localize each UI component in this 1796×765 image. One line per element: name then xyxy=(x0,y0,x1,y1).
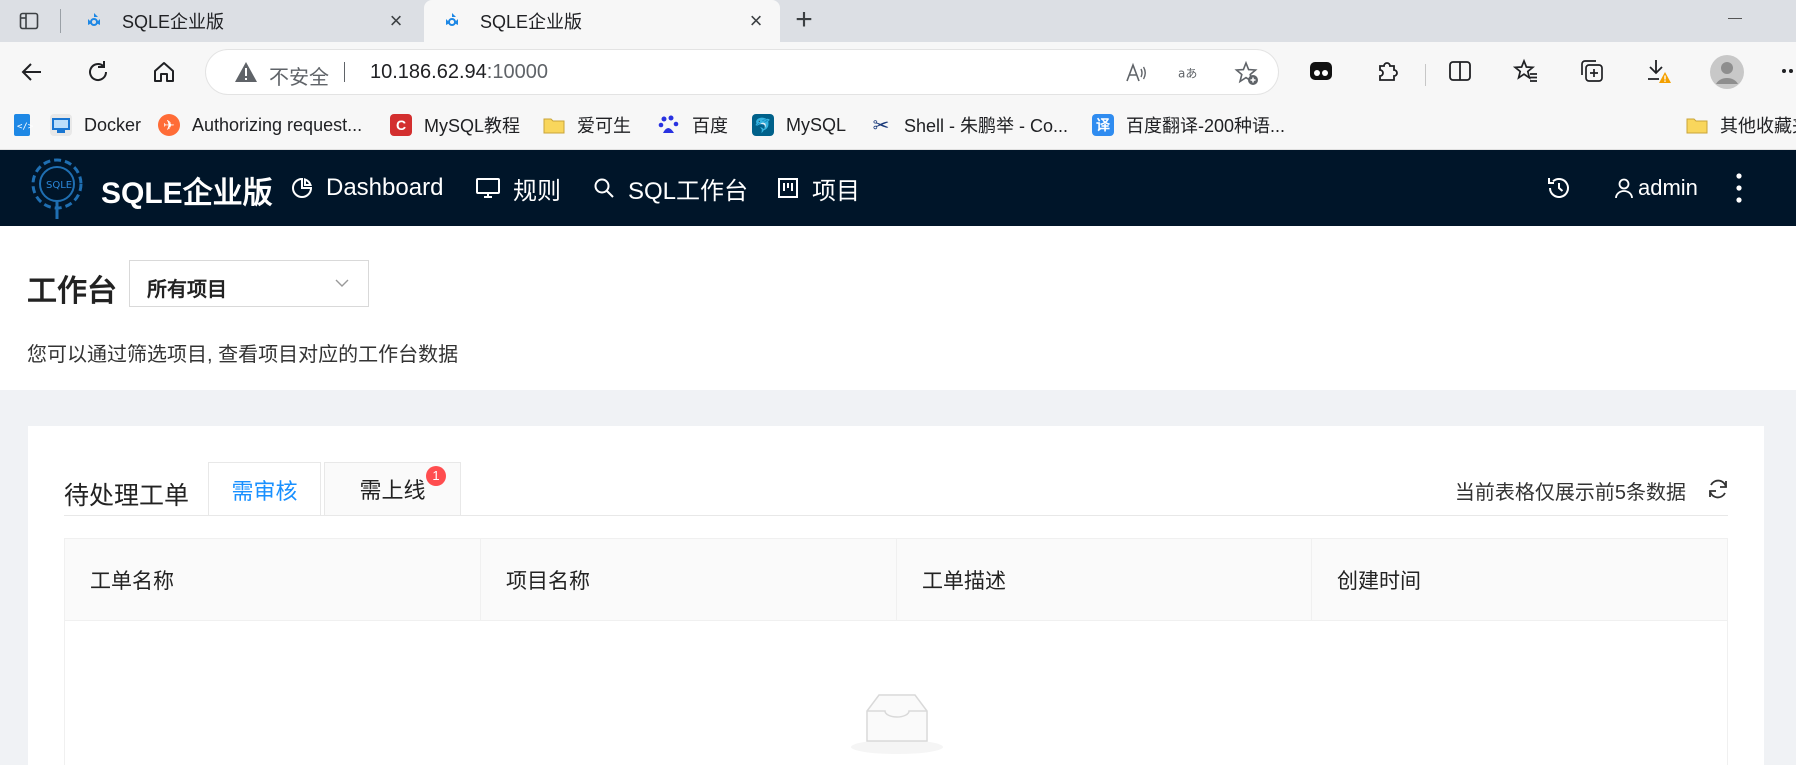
menu-sql-workbench[interactable]: SQL工作台 xyxy=(592,172,748,205)
toolbar-divider xyxy=(1425,64,1426,86)
folder-icon xyxy=(1686,114,1708,136)
sqle-favicon-icon xyxy=(88,13,100,26)
minimize-icon[interactable] xyxy=(1728,18,1742,19)
card-title: 待处理工单 xyxy=(64,482,190,510)
tab-close-icon[interactable]: × xyxy=(746,10,766,32)
monitor-icon xyxy=(476,178,500,198)
dashboard-icon xyxy=(292,177,313,198)
browser-tab-active[interactable]: SQLE企业版 × xyxy=(424,0,780,42)
bookmark-docker[interactable]: Docker xyxy=(50,112,141,138)
bookmark-shell[interactable]: ✂ Shell - 朱鹏举 - Co... xyxy=(870,112,1068,138)
pending-orders-card: 待处理工单 需审核 需上线 1 当前表格仅展示前5条数据 工单名称 项目名称 工… xyxy=(28,426,1764,765)
column-header-order-name[interactable]: 工单名称 xyxy=(65,539,481,621)
tab-close-icon[interactable]: × xyxy=(386,10,406,32)
extension-app-icon[interactable] xyxy=(1307,57,1335,85)
mysql-icon: 🐬 xyxy=(752,114,774,136)
menu-dashboard[interactable]: Dashboard xyxy=(290,172,443,204)
collections-icon[interactable] xyxy=(1578,57,1606,85)
bookmark-baidu-translate[interactable]: 译 百度翻译-200种语... xyxy=(1092,112,1285,138)
bookmarks-bar: </> Docker ✈ Authorizing request... C My… xyxy=(0,102,1796,150)
user-icon xyxy=(1615,178,1633,199)
page-header: 工作台 所有项目 您可以通过筛选项目, 查看项目对应的工作台数据 xyxy=(0,226,1796,390)
table-header: 工单名称 项目名称 工单描述 创建时间 xyxy=(65,539,1727,621)
sqle-logo-icon[interactable]: SQLE xyxy=(26,154,88,220)
search-icon xyxy=(594,178,614,198)
menu-rules[interactable]: 规则 xyxy=(475,172,561,205)
history-icon[interactable] xyxy=(1545,172,1573,204)
c-logo-icon: C xyxy=(390,114,412,136)
browser-tab[interactable]: SQLE企业版 × xyxy=(66,0,420,42)
project-select-value: 所有项目 xyxy=(147,279,227,301)
tab-title: SQLE企业版 xyxy=(122,12,225,32)
more-vertical-icon[interactable] xyxy=(1735,172,1743,204)
favorite-add-icon[interactable] xyxy=(1234,61,1258,85)
url-text[interactable]: 10.186.62.94:10000 xyxy=(370,61,548,84)
chevron-down-icon xyxy=(335,279,349,287)
project-select[interactable]: 所有项目 xyxy=(129,260,369,307)
refresh-icon[interactable] xyxy=(1706,477,1730,501)
page-title: 工作台 xyxy=(27,275,117,308)
status-badge: 1 xyxy=(426,466,446,486)
bookmark-mysql[interactable]: 🐬 MySQL xyxy=(752,112,846,138)
reload-icon[interactable] xyxy=(82,56,114,88)
address-bar[interactable]: 不安全 10.186.62.94:10000 aあ xyxy=(206,50,1278,94)
new-tab-icon[interactable]: + xyxy=(790,5,818,35)
tab-separator xyxy=(60,9,61,33)
address-divider xyxy=(344,62,345,82)
orders-table: 工单名称 项目名称 工单描述 创建时间 xyxy=(64,538,1728,765)
browser-toolbar: 不安全 10.186.62.94:10000 aあ xyxy=(0,42,1796,102)
bookmark-baidu[interactable]: 百度 xyxy=(658,112,728,138)
svg-text:</>: </> xyxy=(17,122,34,132)
scissors-icon: ✂ xyxy=(872,114,890,137)
tab-need-review[interactable]: 需审核 xyxy=(208,462,321,516)
column-header-order-desc[interactable]: 工单描述 xyxy=(897,539,1312,621)
bookmark-mysql-tutorial[interactable]: C MySQL教程 xyxy=(390,112,520,138)
translate-icon: 译 xyxy=(1092,114,1114,136)
extensions-icon[interactable] xyxy=(1373,57,1401,85)
browser-tab-strip: SQLE企业版 × SQLE企业版 × + xyxy=(0,0,1796,42)
translate-page-icon[interactable]: aあ xyxy=(1178,61,1202,85)
home-icon[interactable] xyxy=(148,56,180,88)
more-options-icon[interactable] xyxy=(1776,57,1796,85)
tab-title: SQLE企业版 xyxy=(480,12,583,32)
read-aloud-icon[interactable] xyxy=(1124,61,1148,85)
username: admin xyxy=(1638,175,1698,200)
svg-text:aあ: aあ xyxy=(1178,66,1197,80)
tabs-divider xyxy=(64,515,1728,516)
security-label[interactable]: 不安全 xyxy=(269,61,329,90)
postman-icon: ✈ xyxy=(158,114,180,136)
baidu-icon xyxy=(658,114,680,136)
user-menu[interactable]: admin xyxy=(1614,172,1698,204)
menu-projects[interactable]: 项目 xyxy=(776,172,860,205)
split-screen-icon[interactable] xyxy=(1446,57,1474,85)
project-icon xyxy=(778,178,798,198)
bookmark-app-icon[interactable]: </> xyxy=(12,112,34,138)
app-header: SQLE SQLE企业版 Dashboard 规则 SQL工作台 项目 admi… xyxy=(0,150,1796,226)
empty-inbox-icon xyxy=(851,694,943,754)
folder-icon xyxy=(543,114,565,136)
bookmark-authorizing[interactable]: ✈ Authorizing request... xyxy=(158,112,362,138)
favorites-icon[interactable] xyxy=(1512,57,1540,85)
tab-actions-icon[interactable] xyxy=(8,7,50,35)
warning-icon[interactable] xyxy=(234,61,258,83)
page-description: 您可以通过筛选项目, 查看项目对应的工作台数据 xyxy=(27,344,459,366)
downloads-icon[interactable] xyxy=(1645,57,1673,85)
table-limit-note: 当前表格仅展示前5条数据 xyxy=(1454,482,1686,504)
bookmark-other-favorites[interactable]: 其他收藏夹 xyxy=(1686,112,1796,138)
back-icon[interactable] xyxy=(16,56,48,88)
sqle-favicon-icon xyxy=(446,13,458,26)
logo-text: SQLE xyxy=(46,180,72,191)
column-header-created-at[interactable]: 创建时间 xyxy=(1312,539,1728,621)
profile-avatar-icon[interactable] xyxy=(1710,55,1744,89)
app-brand[interactable]: SQLE企业版 xyxy=(101,168,273,212)
bookmark-folder-actionsky[interactable]: 爱可生 xyxy=(543,112,631,138)
docker-icon xyxy=(50,114,72,136)
column-header-project-name[interactable]: 项目名称 xyxy=(481,539,897,621)
